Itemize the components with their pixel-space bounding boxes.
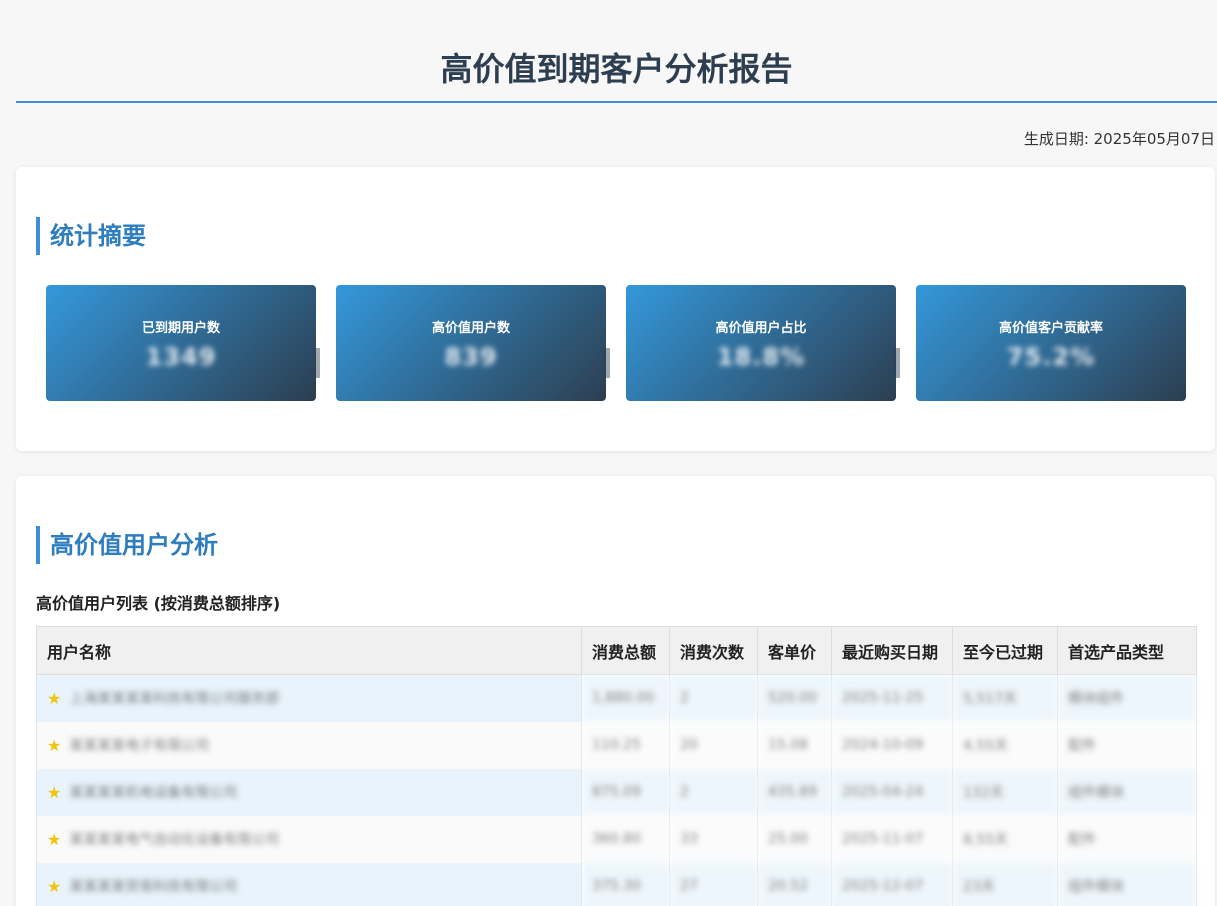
cell-user-name: ★ 某某某某电气自动化设备有限公司: [36, 815, 582, 863]
table-row[interactable]: ★ 某某某某电气自动化设备有限公司 360.80 33 25.00 2025-11…: [36, 815, 1197, 863]
user-name-text: 某某某某机电设备有限公司: [69, 785, 238, 801]
column-header-total-spend[interactable]: 消费总额: [581, 626, 670, 675]
table-row[interactable]: ★ 某某某某贸易科技有限公司 375.30 27 20.52 2025-12-07…: [36, 862, 1197, 906]
cell-total-spend: 875.09: [581, 768, 670, 816]
analysis-heading: 高价值用户分析: [36, 526, 218, 564]
cell-preferred-product: 配件: [1057, 815, 1197, 863]
stat-separator: [604, 348, 610, 378]
column-header-last-purchase[interactable]: 最近购买日期: [831, 626, 953, 675]
cell-total-spend: 1,880.00: [581, 674, 670, 722]
cell-purchase-count: 27: [669, 862, 758, 906]
cell-total-spend: 360.80: [581, 815, 670, 863]
cell-total-spend: 110.25: [581, 721, 670, 769]
cell-avg-order: 435.89: [757, 768, 832, 816]
table-row[interactable]: ★ 上海某某某某科技有限公司服务部 1,880.00 2 520.00 2025-…: [36, 674, 1197, 722]
cell-preferred-product: 配件: [1057, 721, 1197, 769]
table-header-row: 用户名称 消费总额 消费次数 客单价 最近购买日期 至今已过期 首选产品类型: [36, 626, 1197, 675]
user-name-text: 某某某某贸易科技有限公司: [69, 879, 238, 895]
user-name-text: 某某某某电气自动化设备有限公司: [69, 832, 280, 848]
generated-date-value: 2025年05月07日: [1093, 130, 1215, 148]
cell-preferred-product: 组件模块: [1057, 768, 1197, 816]
cell-user-name: ★ 某某某某机电设备有限公司: [36, 768, 582, 816]
table-title: 高价值用户列表 (按消费总额排序): [36, 594, 281, 613]
column-header-avg-order[interactable]: 客单价: [757, 626, 832, 675]
cell-expired-days: 4,55天: [952, 721, 1058, 769]
cell-purchase-count: 33: [669, 815, 758, 863]
table-row[interactable]: ★ 某某某某机电设备有限公司 875.09 2 435.89 2025-04-24…: [36, 768, 1197, 816]
summary-card: 统计摘要 已到期用户数 1349 高价值用户数 839 高价值用户占比 18.8…: [16, 167, 1215, 451]
cell-total-spend: 375.30: [581, 862, 670, 906]
star-icon: ★: [47, 735, 62, 755]
cell-avg-order: 20.52: [757, 862, 832, 906]
cell-last-purchase: 2025-11-07: [831, 815, 953, 863]
stat-label: 已到期用户数: [141, 321, 220, 336]
stat-high-value-ratio: 高价值用户占比 18.8%: [626, 285, 896, 401]
column-header-user-name[interactable]: 用户名称: [36, 626, 582, 675]
cell-user-name: ★ 某某某某电子有限公司: [36, 721, 582, 769]
summary-heading: 统计摘要: [36, 217, 146, 255]
stat-label: 高价值用户数: [431, 321, 510, 336]
column-header-purchase-count[interactable]: 消费次数: [669, 626, 758, 675]
table-row[interactable]: ★ 某某某某电子有限公司 110.25 20 15.08 2024-10-09 4…: [36, 721, 1197, 769]
cell-expired-days: 5,517天: [952, 674, 1058, 722]
cell-user-name: ★ 某某某某贸易科技有限公司: [36, 862, 582, 906]
page-title: 高价值到期客户分析报告: [440, 50, 793, 88]
cell-expired-days: 8,55天: [952, 815, 1058, 863]
cell-last-purchase: 2025-12-07: [831, 862, 953, 906]
stat-high-value-users: 高价值用户数 839: [336, 285, 606, 401]
stats-row: 已到期用户数 1349 高价值用户数 839 高价值用户占比 18.8% 高价值…: [46, 285, 1186, 401]
report-page: 高价值到期客户分析报告 生成日期: 2025年05月07日 统计摘要 已到期用户…: [0, 0, 1217, 906]
cell-avg-order: 15.08: [757, 721, 832, 769]
cell-purchase-count: 20: [669, 721, 758, 769]
star-icon: ★: [47, 876, 62, 896]
stat-expired-users: 已到期用户数 1349: [46, 285, 316, 401]
star-icon: ★: [47, 782, 62, 802]
stat-value: 75.2%: [1006, 343, 1096, 371]
cell-preferred-product: 模块组件: [1057, 674, 1197, 722]
cell-expired-days: 23天: [952, 862, 1058, 906]
cell-expired-days: 132天: [952, 768, 1058, 816]
analysis-card: 高价值用户分析 高价值用户列表 (按消费总额排序) 用户名称 消费总额 消费次数…: [16, 476, 1215, 906]
star-icon: ★: [47, 688, 62, 708]
stat-value: 18.8%: [716, 343, 806, 371]
user-name-text: 上海某某某某科技有限公司服务部: [69, 691, 280, 708]
column-header-preferred-product[interactable]: 首选产品类型: [1057, 626, 1197, 675]
cell-last-purchase: 2025-11-25: [831, 674, 953, 722]
title-divider: [16, 101, 1217, 103]
stat-separator: [894, 348, 900, 378]
stat-value: 839: [444, 343, 498, 371]
cell-purchase-count: 2: [669, 674, 758, 722]
stat-separator: [314, 348, 320, 378]
cell-user-name: ★ 上海某某某某科技有限公司服务部: [36, 674, 582, 722]
generated-date-label: 生成日期:: [1023, 130, 1094, 148]
stat-label: 高价值客户贡献率: [998, 321, 1103, 336]
cell-purchase-count: 2: [669, 768, 758, 816]
stat-contribution-rate: 高价值客户贡献率 75.2%: [916, 285, 1186, 401]
stat-value: 1349: [145, 343, 217, 371]
column-header-expired-days[interactable]: 至今已过期: [952, 626, 1058, 675]
cell-avg-order: 25.00: [757, 815, 832, 863]
cell-last-purchase: 2024-10-09: [831, 721, 953, 769]
cell-avg-order: 520.00: [757, 674, 832, 722]
cell-preferred-product: 组件模块: [1057, 862, 1197, 906]
cell-last-purchase: 2025-04-24: [831, 768, 953, 816]
star-icon: ★: [47, 829, 62, 849]
stat-label: 高价值用户占比: [715, 321, 807, 336]
high-value-table: 用户名称 消费总额 消费次数 客单价 最近购买日期 至今已过期 首选产品类型 ★…: [36, 626, 1197, 906]
user-name-text: 某某某某电子有限公司: [69, 738, 210, 754]
generated-date: 生成日期: 2025年05月07日: [1024, 128, 1215, 149]
